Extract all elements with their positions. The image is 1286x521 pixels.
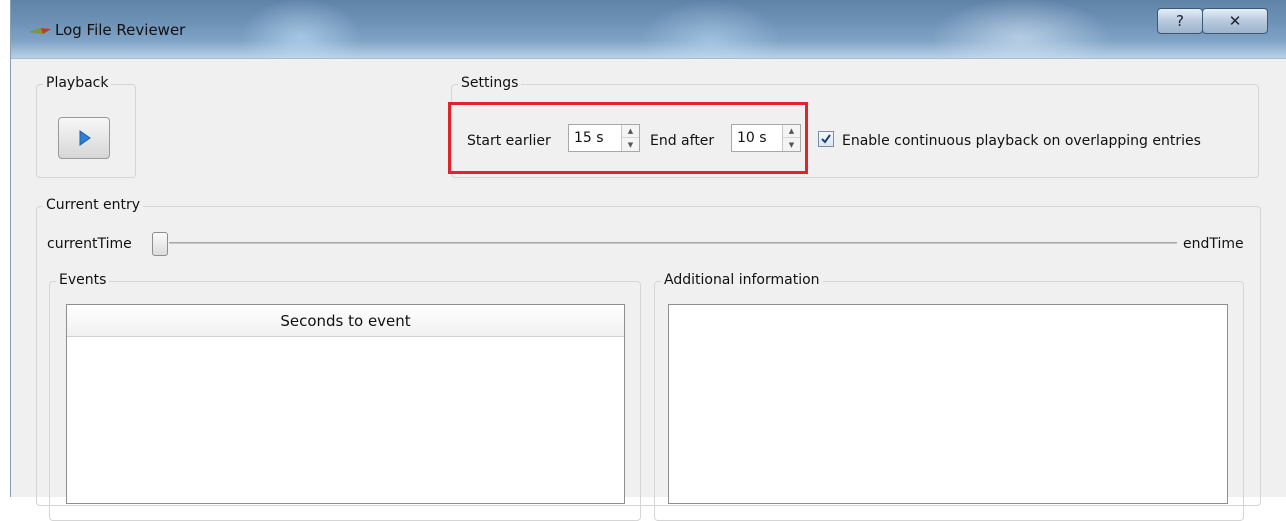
window-title: Log File Reviewer	[55, 21, 186, 39]
checkmark-icon	[821, 134, 831, 144]
log-file-reviewer-window: Log File Reviewer ? ✕ Playback Settings …	[10, 0, 1286, 521]
current-entry-group-title: Current entry	[43, 197, 144, 213]
settings-group-title: Settings	[458, 75, 522, 91]
end-time-label: endTime	[1183, 236, 1244, 252]
time-slider-handle[interactable]	[152, 232, 168, 256]
additional-info-textbox[interactable]	[668, 304, 1228, 504]
playback-group-title: Playback	[43, 75, 112, 91]
close-button[interactable]: ✕	[1202, 8, 1268, 34]
events-table[interactable]: Seconds to event	[66, 304, 625, 504]
time-slider-track[interactable]	[169, 242, 1177, 244]
main-content: Playback Settings Start earlier 15 s ▲ ▼…	[11, 58, 1286, 521]
play-icon	[79, 130, 91, 146]
continuous-playback-checkbox[interactable]	[818, 131, 834, 147]
events-group-title: Events	[56, 272, 110, 288]
help-icon: ?	[1176, 12, 1184, 30]
additional-info-group-title: Additional information	[661, 272, 823, 288]
current-time-label: currentTime	[47, 236, 132, 252]
title-bar[interactable]: Log File Reviewer ? ✕	[11, 0, 1286, 58]
close-icon: ✕	[1228, 12, 1242, 30]
settings-highlight-box	[448, 102, 808, 174]
app-icon	[29, 28, 51, 34]
help-button[interactable]: ?	[1157, 8, 1203, 34]
play-button[interactable]	[58, 117, 110, 159]
seconds-to-event-column-header[interactable]: Seconds to event	[67, 305, 624, 337]
continuous-playback-label[interactable]: Enable continuous playback on overlappin…	[842, 133, 1201, 149]
